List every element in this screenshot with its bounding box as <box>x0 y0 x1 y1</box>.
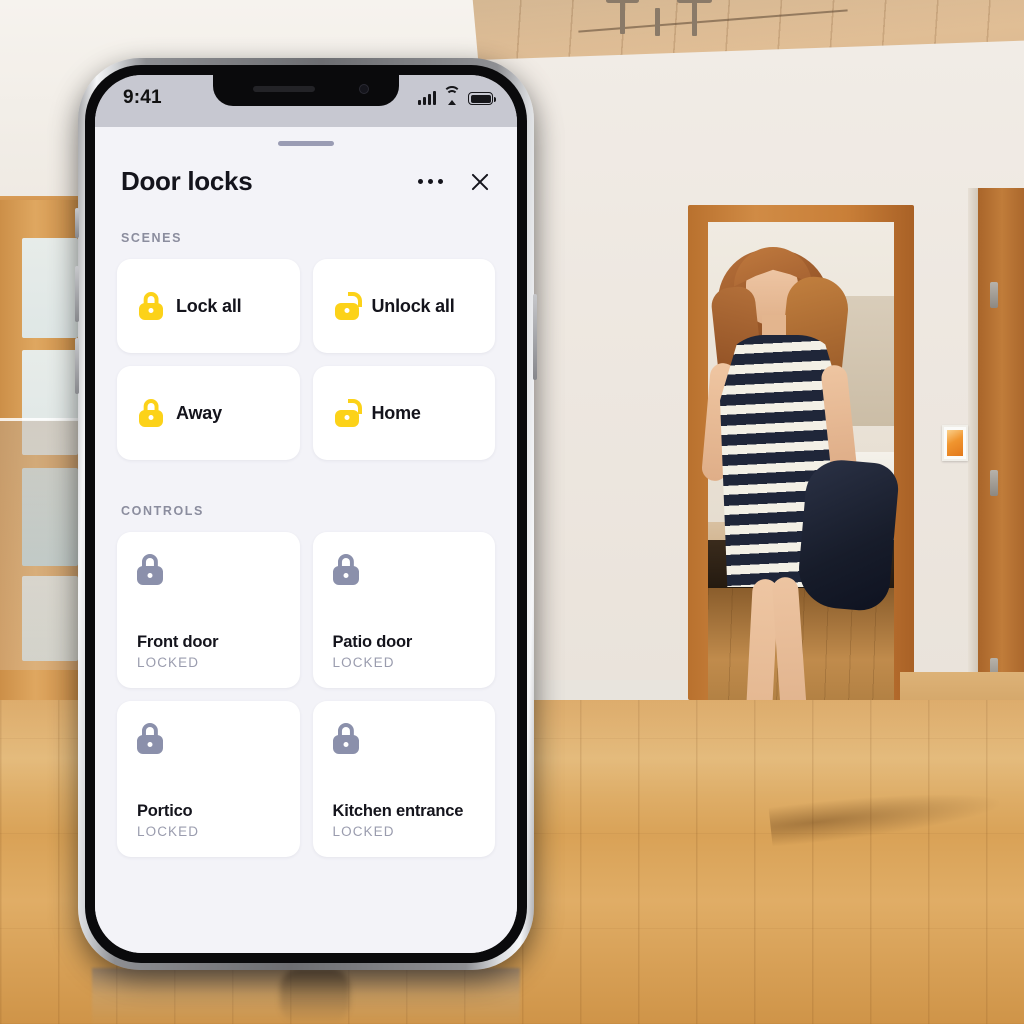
control-text: Kitchen entrance LOCKED <box>333 802 476 839</box>
ceiling-light-fixture-arm <box>606 0 639 3</box>
control-card-patio-door[interactable]: Patio door LOCKED <box>312 532 495 688</box>
sheet-header: Door locks <box>117 166 495 197</box>
mute-switch[interactable] <box>75 208 79 238</box>
control-card-kitchen-entrance[interactable]: Kitchen entrance LOCKED <box>312 701 495 857</box>
scene-label: Unlock all <box>371 295 455 316</box>
wall-artwork <box>942 425 968 461</box>
door-hinge <box>990 282 998 308</box>
control-name: Front door <box>137 633 219 651</box>
phone-notch <box>213 75 399 106</box>
battery-full-icon <box>468 92 496 105</box>
lock-closed-icon <box>137 723 163 754</box>
lock-closed-icon <box>139 292 163 320</box>
ceiling-light-fixture-arm <box>677 0 712 3</box>
control-card-portico[interactable]: Portico LOCKED <box>117 701 300 857</box>
scene-label: Lock all <box>176 295 242 316</box>
volume-up-button[interactable] <box>75 266 79 322</box>
status-bar: 9:41 <box>95 75 517 127</box>
lock-closed-icon <box>137 554 163 585</box>
lock-open-icon <box>334 292 363 320</box>
scene-label: Away <box>176 402 222 423</box>
control-state: LOCKED <box>332 824 395 839</box>
phone-reflection-detail <box>280 968 350 1024</box>
earpiece-speaker <box>253 86 315 92</box>
status-indicators <box>418 86 496 105</box>
lock-closed-icon <box>332 554 359 585</box>
control-name: Portico <box>137 802 193 820</box>
cellular-bars-icon <box>418 91 436 105</box>
bottom-sheet: Door locks SCENES Lock all Unlock all Aw… <box>95 127 517 953</box>
ceiling-light-fixture <box>655 8 660 36</box>
scene-card-unlock-all[interactable]: Unlock all <box>312 259 495 353</box>
scene-card-home[interactable]: Home <box>312 366 495 460</box>
control-state: LOCKED <box>137 655 200 670</box>
right-wood-door <box>978 188 1024 698</box>
ceiling-light-fixture <box>620 0 625 34</box>
control-card-front-door[interactable]: Front door LOCKED <box>117 532 300 688</box>
control-state: LOCKED <box>137 824 200 839</box>
left-door-highlight <box>0 418 86 421</box>
scenes-grid: Lock all Unlock all Away Home <box>117 259 495 460</box>
more-options-icon[interactable] <box>417 178 443 185</box>
control-text: Patio door LOCKED <box>333 633 476 670</box>
control-text: Front door LOCKED <box>137 633 280 670</box>
scene-label: Home <box>371 402 421 423</box>
control-name: Kitchen entrance <box>332 802 464 820</box>
header-actions <box>417 171 492 193</box>
scenes-section-label: SCENES <box>121 231 183 245</box>
phone-screen: 9:41 Door locks SCENES Lock all Unlock a… <box>95 75 517 953</box>
controls-grid: Front door LOCKED Patio door LOCKED Port… <box>117 532 495 857</box>
close-icon[interactable] <box>469 171 491 193</box>
scene-card-lock-all[interactable]: Lock all <box>117 259 300 353</box>
left-door-glass-panel <box>22 238 78 338</box>
volume-down-button[interactable] <box>75 338 79 394</box>
drag-handle[interactable] <box>278 141 334 146</box>
wifi-icon <box>443 86 461 105</box>
page-title: Door locks <box>121 166 253 196</box>
controls-section-label: CONTROLS <box>121 504 204 518</box>
scene-card-away[interactable]: Away <box>117 366 300 460</box>
control-name: Patio door <box>332 633 413 651</box>
door-hinge <box>990 470 998 496</box>
lock-open-icon <box>334 399 363 427</box>
front-camera <box>359 84 369 94</box>
lock-closed-icon <box>332 723 359 754</box>
ceiling-light-fixture <box>692 0 697 36</box>
status-time: 9:41 <box>123 87 162 108</box>
control-text: Portico LOCKED <box>137 802 280 839</box>
lock-closed-icon <box>139 399 163 427</box>
control-state: LOCKED <box>332 655 395 670</box>
power-button[interactable] <box>533 294 537 380</box>
left-door-reflection <box>0 420 86 670</box>
phone-mockup: 9:41 Door locks SCENES Lock all Unlock a… <box>75 58 537 974</box>
dark-jacket <box>795 457 901 613</box>
